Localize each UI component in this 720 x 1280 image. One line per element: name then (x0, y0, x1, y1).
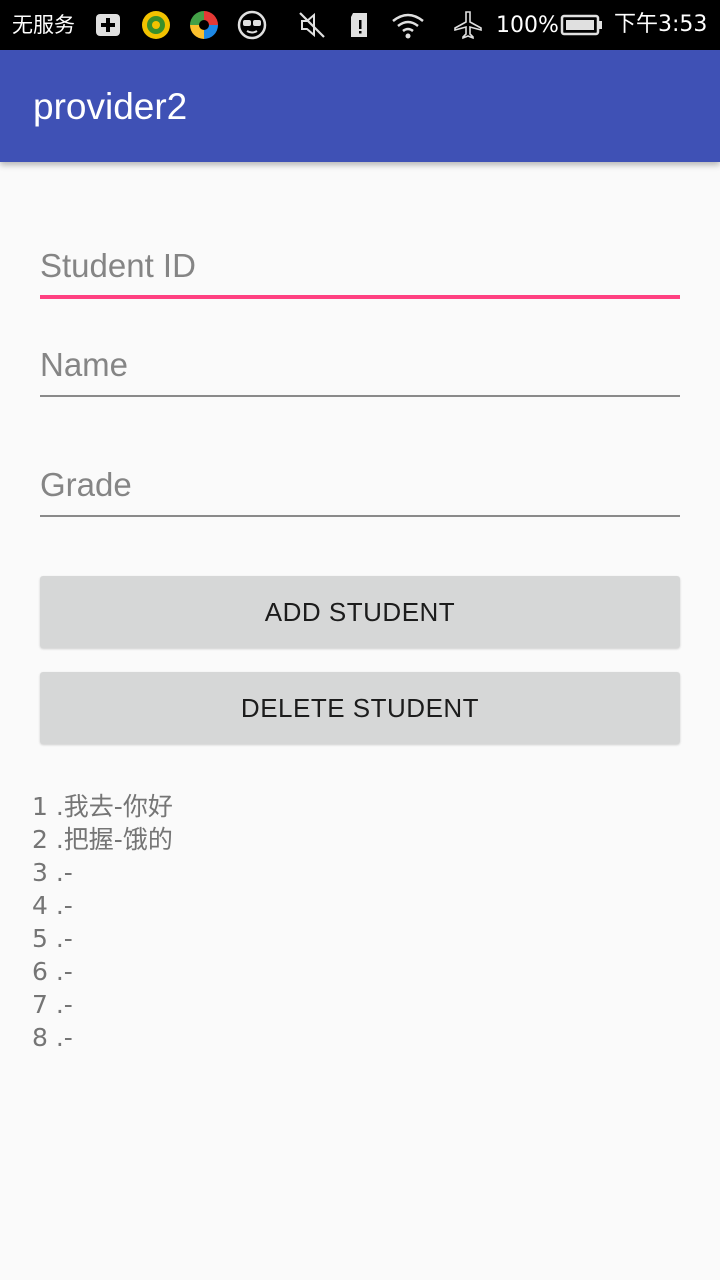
colorful-app-icon (190, 11, 218, 39)
mute-icon (299, 12, 325, 38)
plus-box-icon (96, 14, 120, 36)
glasses-face-icon (237, 10, 267, 40)
delete-student-button[interactable]: DELETE STUDENT (40, 672, 680, 744)
grade-input[interactable] (40, 463, 680, 507)
list-item: 8 .- (32, 1023, 73, 1052)
student-list: 1 .我去-你好 2 .把握-饿的 3 .- 4 .- 5 .- 6 .- 7 … (32, 790, 173, 1054)
app-title: provider2 (33, 86, 188, 127)
list-item: 6 .- (32, 957, 73, 986)
list-item: 2 .把握-饿的 (32, 825, 173, 854)
student-id-field (40, 244, 680, 299)
student-id-underline (40, 295, 680, 299)
carrier-label: 无服务 (12, 13, 75, 37)
status-bar: 无服务 100% 下午3:53 (0, 0, 720, 50)
list-item: 3 .- (32, 858, 73, 887)
name-field (40, 343, 680, 397)
name-input[interactable] (40, 343, 680, 387)
name-underline (40, 395, 680, 397)
app-bar: provider2 (0, 50, 720, 162)
list-item: 4 .- (32, 891, 73, 920)
wifi-icon (392, 13, 424, 39)
battery-icon (560, 14, 602, 36)
list-item: 5 .- (32, 924, 73, 953)
clock: 下午3:53 (614, 12, 708, 37)
list-item: 1 .我去-你好 (32, 792, 173, 821)
airplane-icon (454, 11, 482, 40)
sd-card-icon (351, 13, 367, 37)
add-student-button[interactable]: ADD STUDENT (40, 576, 680, 648)
battery-percent: 100% (496, 13, 559, 38)
list-item: 7 .- (32, 990, 73, 1019)
student-id-input[interactable] (40, 244, 680, 288)
yellow-app-icon (142, 11, 170, 39)
grade-underline (40, 515, 680, 517)
grade-field (40, 463, 680, 517)
